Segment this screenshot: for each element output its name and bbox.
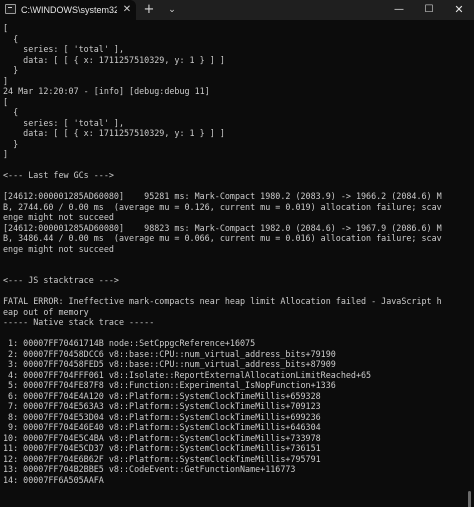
console-line: FATAL ERROR: Ineffective mark-compacts n… [3,296,442,306]
console-line: 6: 00007FF704E4A120 v8::Platform::System… [3,390,321,401]
console-line: data: [ [ { x: 1711257510329, y: 1 } ] ] [3,54,225,65]
console-output[interactable]: [ { series: [ 'total' ], data: [ [ { x: … [3,23,461,507]
console-line: } [3,65,19,75]
close-icon[interactable]: ✕ [121,3,133,17]
console-line: ] [3,149,9,159]
console-line: 9: 00007FF704E46E40 v8::Platform::System… [3,422,321,432]
console-line: 7: 00007FF704E563A3 v8::Platform::System… [3,401,321,411]
console-line: [24612:000001285AD60080] 95281 ms: Mark-… [3,191,442,201]
console-line: data: [ [ { x: 1711257510329, y: 1 } ] ] [3,128,225,138]
maximize-button[interactable]: ☐ [414,0,444,20]
console-line: ] [3,75,9,86]
console-line: <--- Last few GCs ---> [3,170,114,180]
scrollbar-thumb[interactable] [468,491,471,507]
console-line: 12: 00007FF704E6B62F v8::Platform::Syste… [3,453,321,464]
console-line: series: [ 'total' ], [3,117,125,128]
console-line: 13: 00007FF704B2BBE5 v8::CodeEvent::GetF… [3,464,296,474]
console-line: 3: 00007FF70458FED5 v8::base::CPU::num_v… [3,359,336,369]
console-line: 8: 00007FF704E53D04 v8::Platform::System… [3,411,321,422]
console-line: 4: 00007FF704FFF061 v8::Isolate::ReportE… [3,369,372,380]
console-line: B, 3486.44 / 0.00 ms (average mu = 0.066… [3,233,442,243]
console-line: 1: 00007FF70461714B node::SetCppgcRefere… [3,338,256,348]
console-line: [ [3,96,9,107]
close-button[interactable]: ✕ [444,0,474,20]
console-line: ----- Native stack trace ----- [3,317,155,327]
console-line: enge might not succeed [3,212,114,222]
console-line: 14: 00007FF6A505AAFA [3,474,104,485]
console-line: { [3,33,19,44]
tab-cmd[interactable]: C:\WINDOWS\system32\cmd. ✕ [0,0,136,20]
title-bar: C:\WINDOWS\system32\cmd. ✕ + ⌄ — ☐ ✕ [0,0,474,20]
console-line: [ [3,23,9,33]
terminal-window: C:\WINDOWS\system32\cmd. ✕ + ⌄ — ☐ ✕ [ {… [0,0,474,507]
console-line: { [3,107,19,117]
console-line: 2: 00007FF70458DCC6 v8::base::CPU::num_v… [3,348,336,359]
console-line: <--- JS stacktrace ---> [3,275,119,285]
minimize-button[interactable]: — [384,0,414,20]
console-line: enge might not succeed [3,243,114,254]
console-line: series: [ 'total' ], [3,44,125,54]
plus-icon[interactable]: + [142,2,156,18]
chevron-down-icon[interactable]: ⌄ [166,2,178,18]
scrollbar[interactable] [465,20,474,507]
console-line: 11: 00007FF704E5CD37 v8::Platform::Syste… [3,443,321,453]
console-line: 10: 00007FF704E5C4BA v8::Platform::Syste… [3,432,321,443]
console-line: 24 Mar 12:20:07 - [info] [debug:debug 11… [3,86,210,96]
console-line: [24612:000001285AD60080] 98823 ms: Mark-… [3,222,442,233]
terminal-icon [5,4,16,14]
console-line: B, 2744.60 / 0.00 ms (average mu = 0.126… [3,201,442,212]
console-line: eap out of memory [3,306,89,317]
console-line: 5: 00007FF704FE87F8 v8::Function::Experi… [3,380,336,390]
tab-title: C:\WINDOWS\system32\cmd. [21,5,117,15]
console-line: } [3,138,19,149]
